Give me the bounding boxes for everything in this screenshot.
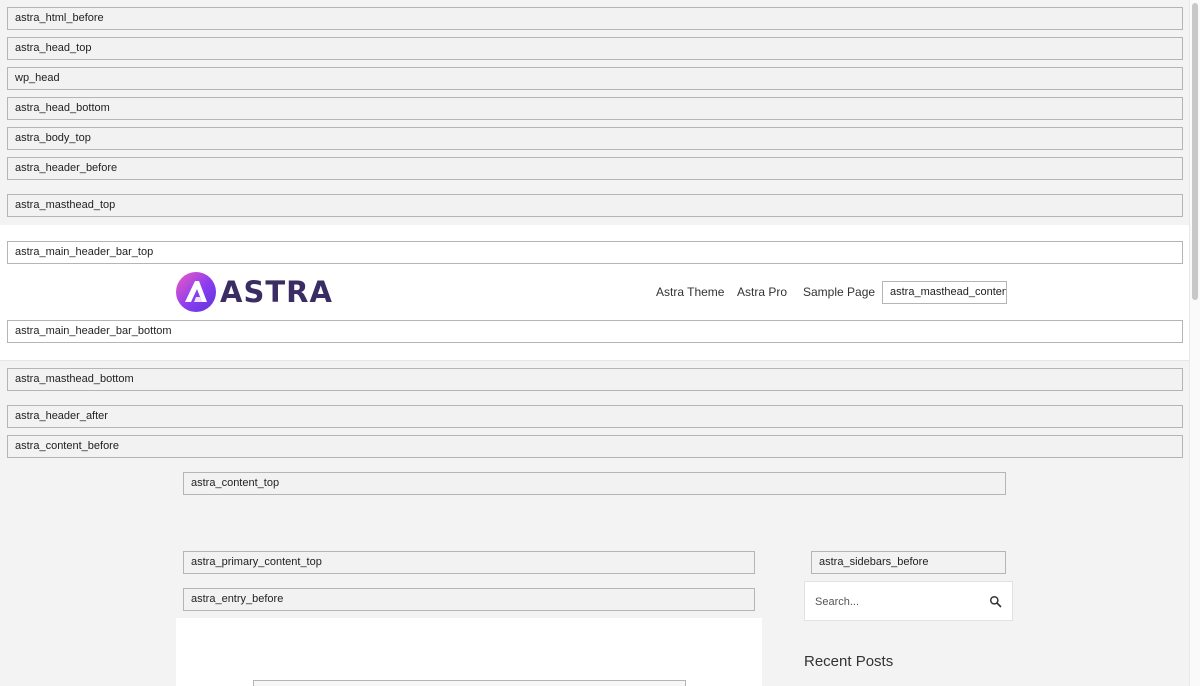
hook-body-top: astra_body_top	[7, 127, 1183, 150]
hook-masthead-top: astra_masthead_top	[7, 194, 1183, 217]
recent-posts-title: Recent Posts	[804, 653, 894, 670]
hook-entry-before: astra_entry_before	[183, 588, 755, 611]
hook-head-top: astra_head_top	[7, 37, 1183, 60]
astra-logo-icon	[176, 272, 216, 312]
hook-head-bottom: astra_head_bottom	[7, 97, 1183, 120]
page: astra_html_before astra_head_top wp_head…	[0, 0, 1200, 686]
hook-sidebars-before: astra_sidebars_before	[811, 551, 1006, 574]
hook-primary-content-top: astra_primary_content_top	[183, 551, 755, 574]
vertical-scrollbar[interactable]	[1189, 0, 1200, 686]
entry-hook-field	[253, 680, 686, 686]
nav-link-astra-theme[interactable]: Astra Theme	[656, 285, 724, 299]
hook-html-before: astra_html_before	[7, 7, 1183, 30]
article-card	[176, 618, 762, 686]
hook-masthead-content: astra_masthead_content	[882, 281, 1007, 304]
hook-masthead-bottom: astra_masthead_bottom	[7, 368, 1183, 391]
scrollbar-thumb[interactable]	[1192, 3, 1198, 300]
hook-main-header-bar-bottom: astra_main_header_bar_bottom	[7, 320, 1183, 343]
hook-header-after: astra_header_after	[7, 405, 1183, 428]
hook-main-header-bar-top: astra_main_header_bar_top	[7, 241, 1183, 264]
nav-link-sample-page[interactable]: Sample Page	[803, 285, 875, 299]
site-logo[interactable]: ASTRA	[176, 271, 332, 313]
hook-header-before: astra_header_before	[7, 157, 1183, 180]
search-input[interactable]	[815, 592, 975, 612]
hook-wp-head: wp_head	[7, 67, 1183, 90]
search-icon[interactable]	[989, 595, 1002, 608]
search-widget	[804, 581, 1013, 621]
hook-content-top: astra_content_top	[183, 472, 1006, 495]
logo-text: ASTRA	[220, 275, 333, 309]
hook-content-before: astra_content_before	[7, 435, 1183, 458]
nav-link-astra-pro[interactable]: Astra Pro	[737, 285, 787, 299]
